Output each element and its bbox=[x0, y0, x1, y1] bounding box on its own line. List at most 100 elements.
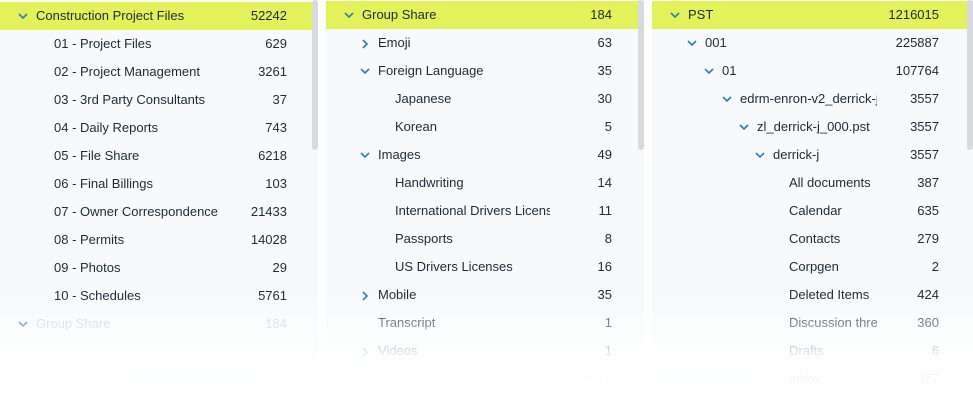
tree-node[interactable]: PST 1216015 bbox=[652, 1, 973, 29]
tree-node-count: 184 bbox=[590, 7, 612, 22]
chevron-down-icon[interactable] bbox=[685, 29, 699, 57]
tree-node-label: Images bbox=[378, 147, 421, 162]
chevron-down-icon[interactable] bbox=[737, 113, 751, 141]
tree-node[interactable]: Inbox 377 bbox=[652, 365, 973, 393]
tree-node-label: 10 - Schedules bbox=[54, 288, 141, 303]
tree-panel-construction: Construction Project Files 52242 01 - Proj… bbox=[0, 0, 318, 406]
tree-node[interactable]: Emoji 63 bbox=[326, 29, 644, 57]
chevron-right-icon[interactable] bbox=[358, 337, 372, 365]
tree-node[interactable]: Videos 1 bbox=[326, 337, 644, 365]
tree-node[interactable]: Transcript 1 bbox=[326, 309, 644, 337]
tree-node-label: All documents bbox=[789, 175, 871, 190]
tree-node-label: Contacts bbox=[789, 231, 841, 246]
chevron-right-icon[interactable] bbox=[358, 29, 372, 57]
tree-node[interactable]: Passports 8 bbox=[326, 225, 644, 253]
tree-node-label: Discussion threads bbox=[789, 315, 877, 330]
tree-node-count: 1216015 bbox=[561, 371, 612, 386]
tree-node-count: 743 bbox=[265, 120, 287, 135]
chevron-down-icon[interactable] bbox=[753, 141, 767, 169]
tree-node[interactable]: All documents 387 bbox=[652, 169, 973, 197]
tree-node[interactable]: 05 - File Share 6218 bbox=[0, 142, 318, 170]
tree-node[interactable]: 001 225887 bbox=[652, 29, 973, 57]
tree-node[interactable]: Images 49 bbox=[326, 141, 644, 169]
tree-node-count: 5761 bbox=[258, 288, 287, 303]
tree-node[interactable]: Drafts 6 bbox=[652, 337, 973, 365]
tree-node-count: 225887 bbox=[895, 35, 939, 50]
tree-node-label: Deleted Items bbox=[789, 287, 870, 302]
tree-node[interactable]: 09 - Photos 29 bbox=[0, 254, 318, 282]
tree-node[interactable]: Construction Project Files 52242 bbox=[0, 2, 318, 30]
tree-node[interactable]: derrick-j 3557 bbox=[652, 141, 973, 169]
tree-node[interactable]: 03 - 3rd Party Consultants 37 bbox=[0, 86, 318, 114]
tree-node[interactable]: 06 - Final Billings 103 bbox=[0, 170, 318, 198]
tree-node[interactable]: 07 - Owner Correspondence 21433 bbox=[0, 198, 318, 226]
tree-node[interactable]: PST 1216015 bbox=[326, 365, 644, 393]
tree-node-count: 35 bbox=[597, 63, 612, 78]
tree-node-label: 01 bbox=[722, 63, 737, 78]
tree-node-count: 37 bbox=[272, 92, 287, 107]
tree-node[interactable]: Group Share 184 bbox=[0, 310, 318, 338]
tree-node-count: 6218 bbox=[258, 148, 287, 163]
tree-node[interactable]: Discussion threads 360 bbox=[652, 309, 973, 337]
chevron-down-icon[interactable] bbox=[702, 57, 716, 85]
tree-node-label: Group Share bbox=[362, 7, 437, 22]
tree-node[interactable]: 02 - Project Management 3261 bbox=[0, 58, 318, 86]
tree-node[interactable]: Korean 5 bbox=[326, 113, 644, 141]
tree-panel-pst: PST 1216015 001 225887 01 107764 edrm-enron-v2… bbox=[652, 0, 973, 406]
tree-node-label: 07 - Owner Correspondence bbox=[54, 204, 219, 219]
tree-node-count: 360 bbox=[917, 315, 939, 330]
tree-node[interactable]: Handwriting 14 bbox=[326, 169, 644, 197]
scrollbar[interactable] bbox=[638, 0, 644, 150]
tree-node-count: 11 bbox=[598, 203, 613, 218]
chevron-right-icon[interactable] bbox=[358, 281, 372, 309]
tree-node-label: Emoji bbox=[378, 35, 411, 50]
tree-node[interactable]: Japanese 30 bbox=[326, 85, 644, 113]
tree-node[interactable]: Mobile 35 bbox=[326, 281, 644, 309]
tree-node-count: 30 bbox=[597, 91, 612, 106]
tree-node[interactable]: Contacts 279 bbox=[652, 225, 973, 253]
chevron-down-icon[interactable] bbox=[358, 57, 372, 85]
chevron-down-icon[interactable] bbox=[16, 310, 30, 338]
tree-node-label: 05 - File Share bbox=[54, 148, 140, 163]
chevron-down-icon[interactable] bbox=[342, 1, 356, 29]
tree-node[interactable]: International Drivers Licenses 11 bbox=[326, 197, 644, 225]
tree-node-label: edrm-enron-v2_derrick-j_... bbox=[740, 91, 877, 106]
tree-node[interactable]: 10 - Schedules 5761 bbox=[0, 282, 318, 310]
scrollbar[interactable] bbox=[967, 0, 973, 150]
tree-node-label: derrick-j bbox=[773, 147, 820, 162]
tree-node-label: PST bbox=[688, 7, 714, 22]
tree-node-label: 08 - Permits bbox=[54, 232, 125, 247]
tree-node-label: Videos bbox=[378, 343, 418, 358]
tree-node[interactable]: Foreign Language 35 bbox=[326, 57, 644, 85]
tree-node[interactable]: 01 - Project Files 629 bbox=[0, 30, 318, 58]
tree-node-count: 1216015 bbox=[888, 7, 939, 22]
tree-node[interactable]: Corpgen 2 bbox=[652, 253, 973, 281]
tree-node-label: 03 - 3rd Party Consultants bbox=[54, 92, 206, 107]
tree-node[interactable]: Calendar 635 bbox=[652, 197, 973, 225]
chevron-down-icon[interactable] bbox=[668, 1, 682, 29]
tree-node[interactable]: edrm-enron-v2_derrick-j_... 3557 bbox=[652, 85, 973, 113]
tree-node-count: 14028 bbox=[250, 232, 287, 247]
chevron-down-icon[interactable] bbox=[720, 85, 734, 113]
tree-node-count: 1 bbox=[604, 315, 612, 330]
tree-node[interactable]: 08 - Permits 14028 bbox=[0, 226, 318, 254]
tree-node[interactable]: 01 107764 bbox=[652, 57, 973, 85]
tree-node[interactable]: 04 - Daily Reports 743 bbox=[0, 114, 318, 142]
tree-node-label: zl_derrick-j_000.pst bbox=[757, 119, 870, 134]
tree-node-count: 16 bbox=[597, 259, 612, 274]
tree-node-count: 424 bbox=[917, 287, 939, 302]
tree-node[interactable]: Group Share 184 bbox=[326, 1, 644, 29]
tree-node-label: Construction Project Files bbox=[36, 8, 185, 23]
tree-node-label: 001 bbox=[705, 35, 727, 50]
tree-node-label: 02 - Project Management bbox=[54, 64, 200, 79]
tree-node-label: Handwriting bbox=[395, 175, 464, 190]
tree-node[interactable]: Deleted Items 424 bbox=[652, 281, 973, 309]
tree-node[interactable]: US Drivers Licenses 16 bbox=[326, 253, 644, 281]
tree-node[interactable]: zl_derrick-j_000.pst 3557 bbox=[652, 113, 973, 141]
scrollbar[interactable] bbox=[312, 0, 318, 150]
chevron-down-icon[interactable] bbox=[358, 141, 372, 169]
chevron-down-icon[interactable] bbox=[16, 2, 30, 30]
tree-node-count: 103 bbox=[265, 176, 287, 191]
tree-node-count: 184 bbox=[265, 316, 287, 331]
tree-node-label: US Drivers Licenses bbox=[395, 259, 513, 274]
